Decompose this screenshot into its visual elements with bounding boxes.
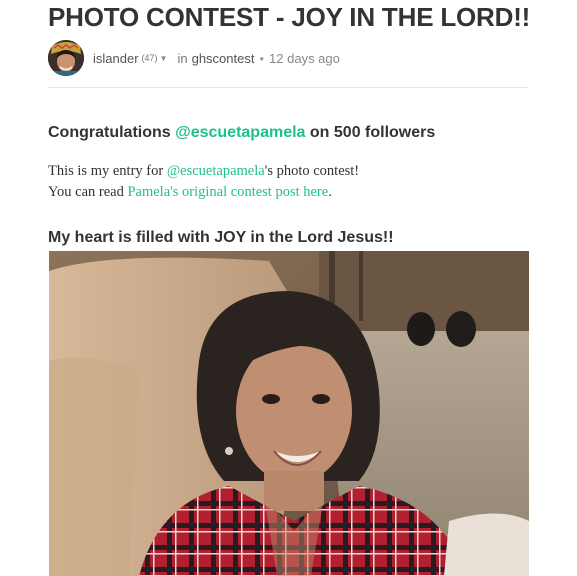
entry-mention-link[interactable]: @escuetapamela — [167, 163, 265, 179]
read-suffix: . — [328, 184, 332, 200]
entry-paragraph: This is my entry for @escuetapamela's ph… — [48, 161, 359, 203]
congrats-suffix: on 500 followers — [305, 124, 436, 141]
post-timestamp: 12 days ago — [269, 50, 340, 66]
community-link[interactable]: ghscontest — [192, 51, 255, 66]
read-prefix: You can read — [48, 184, 128, 200]
contest-post-link[interactable]: Pamela's original contest post here — [127, 184, 328, 200]
entry-suffix: 's photo contest! — [264, 163, 360, 179]
header-divider — [48, 87, 529, 88]
congrats-mention-link[interactable]: @escuetapamela — [175, 124, 305, 141]
author-reputation: (47) — [141, 53, 158, 63]
congrats-prefix: Congratulations — [48, 124, 176, 141]
post-title: PHOTO CONTEST - JOY IN THE LORD!! — [48, 2, 531, 32]
joy-heading: My heart is filled with JOY in the Lord … — [48, 229, 394, 246]
in-label: in — [177, 50, 188, 66]
user-avatar[interactable] — [48, 40, 84, 76]
entry-prefix: This is my entry for — [48, 163, 167, 179]
caret-down-icon[interactable]: ▼ — [160, 54, 168, 63]
author-username[interactable]: islander — [93, 51, 139, 66]
congrats-heading: Congratulations @escuetapamela on 500 fo… — [48, 124, 435, 142]
meta-separator: • — [259, 50, 265, 66]
post-author-row: islander (47) ▼ in ghscontest • 12 days … — [48, 40, 340, 76]
post-meta: islander (47) ▼ in ghscontest • 12 days … — [93, 51, 340, 66]
contest-photo[interactable] — [49, 251, 529, 576]
